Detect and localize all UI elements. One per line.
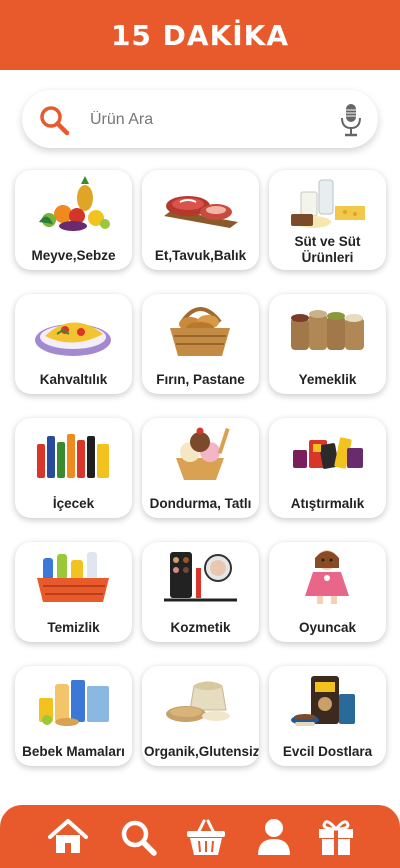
search-icon[interactable] bbox=[38, 104, 70, 136]
category-label: Süt ve Süt Ürünleri bbox=[294, 234, 361, 265]
category-label: Bebek Mamaları bbox=[22, 744, 125, 759]
category-card-firin-pastane[interactable]: Fırın, Pastane bbox=[142, 294, 259, 394]
app-header: 15 DAKİKA bbox=[0, 0, 400, 70]
category-label: Atıştırmalık bbox=[290, 496, 365, 511]
category-card-evcil-dostlara[interactable]: Evcil Dostlara bbox=[269, 666, 386, 766]
pet-food-icon bbox=[291, 676, 355, 726]
category-label: Dondurma, Tatlı bbox=[149, 496, 252, 511]
user-icon[interactable] bbox=[254, 817, 294, 857]
home-icon[interactable] bbox=[48, 817, 88, 857]
cleaning-basket-icon bbox=[37, 552, 109, 602]
category-card-oyuncak[interactable]: Oyuncak bbox=[269, 542, 386, 642]
ice-cream-icon bbox=[176, 427, 230, 480]
microphone-icon[interactable] bbox=[340, 103, 362, 137]
category-label: Fırın, Pastane bbox=[156, 372, 245, 387]
cosmetics-icon bbox=[164, 552, 237, 602]
category-card-atistirmalik[interactable]: Atıştırmalık bbox=[269, 418, 386, 518]
category-card-kahvaltilik[interactable]: Kahvaltılık bbox=[15, 294, 132, 394]
search-icon[interactable] bbox=[118, 817, 158, 857]
category-card-dondurma-tatli[interactable]: Dondurma, Tatlı bbox=[142, 418, 259, 518]
bottom-navigation bbox=[0, 805, 400, 868]
category-label: Oyuncak bbox=[298, 620, 357, 635]
snacks-icon bbox=[293, 437, 363, 469]
search-bar[interactable] bbox=[22, 90, 378, 148]
fruits-vegetables-icon bbox=[39, 176, 110, 231]
category-label: Evcil Dostlara bbox=[282, 744, 373, 759]
breakfast-icon bbox=[35, 322, 111, 356]
category-card-icecek[interactable]: İçecek bbox=[15, 418, 132, 518]
category-label: Kozmetik bbox=[170, 620, 231, 635]
category-card-bebek-mamalari[interactable]: Bebek Mamaları bbox=[15, 666, 132, 766]
category-label: Organik,Glutensiz bbox=[144, 744, 259, 759]
basket-icon[interactable] bbox=[186, 817, 226, 857]
category-label: Meyve,Sebze bbox=[31, 248, 116, 263]
organic-grains-icon bbox=[166, 681, 230, 722]
category-label: Et,Tavuk,Balık bbox=[154, 248, 247, 263]
doll-icon bbox=[305, 550, 349, 604]
category-label: Kahvaltılık bbox=[39, 372, 108, 387]
category-card-yemeklik[interactable]: Yemeklik bbox=[269, 294, 386, 394]
category-card-kozmetik[interactable]: Kozmetik bbox=[142, 542, 259, 642]
category-label: Yemeklik bbox=[298, 372, 357, 387]
gift-icon[interactable] bbox=[316, 817, 356, 857]
beverages-icon bbox=[37, 434, 109, 478]
search-input[interactable] bbox=[88, 106, 332, 134]
category-card-meyve-sebze[interactable]: Meyve,Sebze bbox=[15, 170, 132, 270]
category-card-organik-glutensiz[interactable]: Organik,Glutensiz bbox=[142, 666, 259, 766]
category-label: Temizlik bbox=[47, 620, 100, 635]
grain-sacks-icon bbox=[291, 310, 364, 350]
meat-icon bbox=[164, 196, 238, 228]
category-card-sut-urunleri[interactable]: Süt ve Süt Ürünleri bbox=[269, 170, 386, 270]
bread-basket-icon bbox=[170, 307, 230, 356]
category-card-temizlik[interactable]: Temizlik bbox=[15, 542, 132, 642]
baby-food-icon bbox=[39, 680, 109, 726]
category-label: İçecek bbox=[52, 496, 95, 511]
app-title: 15 DAKİKA bbox=[110, 18, 290, 52]
category-card-et-tavuk-balik[interactable]: Et,Tavuk,Balık bbox=[142, 170, 259, 270]
dairy-icon bbox=[291, 179, 365, 228]
